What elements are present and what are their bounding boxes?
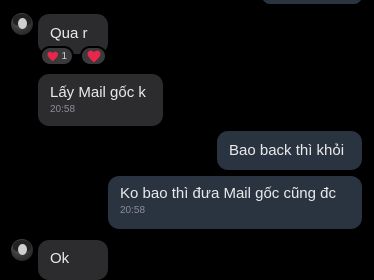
message-bubble-outgoing[interactable]: Ko bao thì đưa Mail gốc cũng đc 20:58 xyxy=(108,176,362,229)
previous-outgoing-bubble[interactable] xyxy=(262,0,362,4)
message-text: Lấy Mail gốc k xyxy=(50,84,146,101)
message-text: Bao back thì khỏi xyxy=(229,142,345,159)
message-bubble-incoming[interactable]: Lấy Mail gốc k 20:58 xyxy=(38,74,163,126)
sender-avatar[interactable] xyxy=(11,239,33,261)
avatar-face xyxy=(18,244,27,255)
message-text: Qua r xyxy=(50,25,88,42)
heart-icon xyxy=(47,51,58,61)
message-bubble-outgoing[interactable]: Bao back thì khỏi xyxy=(217,131,362,170)
message-timestamp: 20:58 xyxy=(50,104,76,115)
reaction-heart-count[interactable]: 1 xyxy=(40,46,74,66)
reaction-heart[interactable] xyxy=(80,46,107,66)
message-text: Ok xyxy=(50,250,70,267)
message-text: Ko bao thì đưa Mail gốc cũng đc xyxy=(120,185,337,202)
message-bubble-incoming[interactable]: Ok xyxy=(38,240,108,280)
message-timestamp: 20:58 xyxy=(120,205,146,216)
reaction-count: 1 xyxy=(61,50,67,62)
sender-avatar[interactable] xyxy=(11,13,33,35)
avatar-face xyxy=(18,18,27,29)
heart-icon xyxy=(87,50,100,62)
